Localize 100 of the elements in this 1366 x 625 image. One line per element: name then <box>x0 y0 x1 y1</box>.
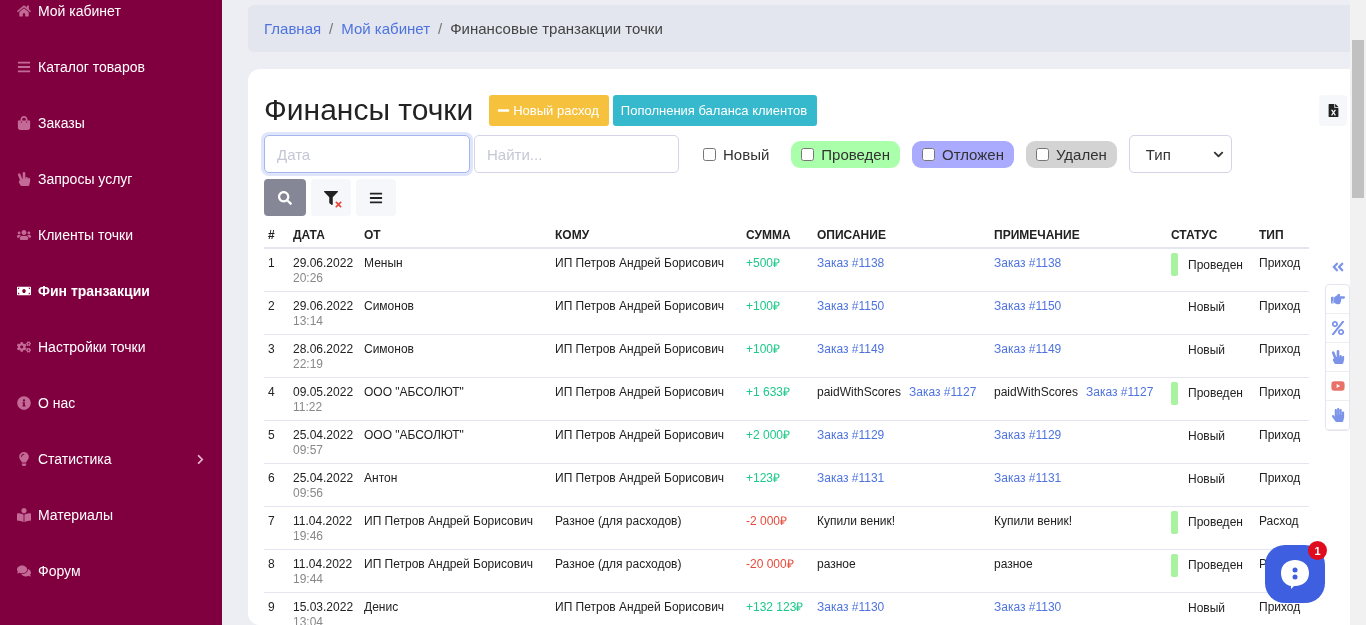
amount-text: -20 000₽ <box>746 556 795 572</box>
order-link[interactable]: Заказ #1150 <box>817 298 885 313</box>
date-field[interactable]: Дата <box>264 135 470 173</box>
checkbox[interactable] <box>922 147 935 161</box>
order-link[interactable]: Заказ #1138 <box>817 256 885 270</box>
order-link[interactable]: Заказ #1131 <box>817 470 885 485</box>
search-button[interactable] <box>264 179 306 216</box>
column-header: ОПИСАНИЕ <box>813 222 990 248</box>
status-text: Новый <box>1188 601 1226 615</box>
sidebar-item[interactable]: Клиенты точки <box>0 207 222 263</box>
order-link[interactable]: Заказ #1129 <box>817 427 885 442</box>
page-title: Финансы точки <box>264 93 474 127</box>
table-cell: 6 <box>264 463 289 506</box>
table-cell: Приход <box>1255 420 1309 463</box>
amount-text: +100₽ <box>746 298 782 314</box>
status-filter[interactable]: Удален <box>1025 140 1117 168</box>
sidebar-item[interactable]: Настройки точки <box>0 319 222 375</box>
column-header: ДАТА <box>289 222 360 248</box>
amount-text: +132 123₽ <box>746 599 805 615</box>
order-link[interactable]: Заказ #1149 <box>994 341 1062 356</box>
sidebar-item[interactable]: Каталог товаров <box>0 39 222 95</box>
order-link[interactable]: Заказ #1129 <box>994 427 1062 442</box>
column-header: КОМУ <box>551 222 742 248</box>
checkbox[interactable] <box>1035 147 1049 161</box>
breadcrumb-current: Финансовые транзакции точки <box>450 20 663 37</box>
table-cell: ИП Петров Андрей Борисович <box>551 463 742 506</box>
time-text: 11:22 <box>293 399 324 414</box>
date-text: 15.03.2022 <box>293 599 355 615</box>
search-icon <box>278 190 292 205</box>
breadcrumb-separator: / <box>438 20 443 37</box>
sidebar-item[interactable]: Запросы услуг <box>0 151 222 207</box>
time-text: 22:19 <box>293 356 325 371</box>
checkbox[interactable] <box>801 147 815 161</box>
clear-filter-button[interactable] <box>311 179 351 216</box>
table-cell: 4 <box>264 377 289 420</box>
checkbox[interactable] <box>703 147 716 161</box>
table-cell: Антон <box>360 463 551 506</box>
close-icon <box>334 200 343 209</box>
cell-text: Купили веник! <box>817 513 896 528</box>
excel-export-button[interactable] <box>1319 94 1347 126</box>
gears-icon <box>17 340 34 354</box>
table-cell: ИП Петров Андрей Борисович <box>551 291 742 334</box>
table-cell: 8 <box>264 549 289 592</box>
type-select[interactable]: Тип <box>1128 135 1232 173</box>
time-text: 13:04 <box>293 614 325 625</box>
time-text: 20:26 <box>293 271 325 285</box>
status-text: Новый <box>1188 429 1226 443</box>
status-text: Проведен <box>1188 515 1243 529</box>
table-cell: 9 <box>264 592 289 625</box>
balance-topups-button[interactable]: Пополнения баланса клиентов <box>612 94 818 126</box>
status-filter[interactable]: Проведен <box>791 140 900 168</box>
table-cell: 1 <box>264 248 289 291</box>
table-cell: 7 <box>264 506 289 549</box>
search-field[interactable]: Найти... <box>474 135 679 173</box>
order-link[interactable]: Заказ #1127 <box>909 384 977 399</box>
chat-icon <box>17 564 34 578</box>
order-link[interactable]: Заказ #1130 <box>817 599 885 614</box>
column-header: СТАТУС <box>1167 222 1255 248</box>
sidebar-item[interactable]: Заказы <box>0 95 222 151</box>
cell-text: разное <box>994 556 1033 571</box>
order-link[interactable]: Заказ #1150 <box>994 298 1062 313</box>
menu-button[interactable] <box>356 179 396 216</box>
table-cell: ООО "АБСОЛЮТ" <box>360 420 551 463</box>
breadcrumb-link[interactable]: Мой кабинет <box>341 20 431 37</box>
status-text: Новый <box>1188 343 1226 357</box>
sidebar-item[interactable]: Фин транзакции <box>0 263 222 319</box>
banknote-icon <box>17 284 34 298</box>
time-text: 19:46 <box>293 528 325 543</box>
excel-file-icon <box>1326 103 1340 117</box>
table-cell: 5 <box>264 420 289 463</box>
order-link[interactable]: Заказ #1130 <box>994 599 1062 614</box>
sidebar-item[interactable]: О нас <box>0 375 222 431</box>
table-cell: ИП Петров Андрей Борисович <box>551 592 742 625</box>
status-text: Проведен <box>1188 257 1243 272</box>
status-text: Новый <box>1188 472 1226 486</box>
time-text: 13:14 <box>293 313 325 328</box>
date-text: 11.04.2022 <box>293 556 354 572</box>
status-filter[interactable]: Отложен <box>912 140 1014 168</box>
reader-icon <box>17 508 34 522</box>
sidebar-item[interactable]: Материалы <box>0 487 222 543</box>
order-link[interactable]: Заказ #1149 <box>817 341 885 356</box>
sidebar-item[interactable]: Форум <box>0 543 222 599</box>
amount-text: +123₽ <box>746 470 782 486</box>
order-link[interactable]: Заказ #1127 <box>1086 384 1154 399</box>
status-filter[interactable]: Новый <box>693 140 780 168</box>
table-cell: ИП Петров Андрей Борисович <box>551 377 742 420</box>
breadcrumb-link[interactable]: Главная <box>264 20 322 37</box>
table-cell: Приход <box>1255 377 1309 420</box>
sidebar-item[interactable]: Мой кабинет <box>0 0 222 39</box>
date-text: 29.06.2022 <box>293 256 355 271</box>
table-cell: Денис <box>360 592 551 625</box>
sidebar-item[interactable]: Статистика <box>0 431 222 487</box>
table-cell: ИП Петров Андрей Борисович <box>360 506 551 549</box>
table-cell: Менын <box>360 248 551 291</box>
column-header: ПРИМЕЧАНИЕ <box>990 222 1167 248</box>
amount-text: +1 633₽ <box>746 384 792 400</box>
table-cell: ООО "АБСОЛЮТ" <box>360 377 551 420</box>
column-header: ТИП <box>1255 222 1309 248</box>
order-link[interactable]: Заказ #1138 <box>994 256 1062 270</box>
order-link[interactable]: Заказ #1131 <box>994 470 1062 485</box>
